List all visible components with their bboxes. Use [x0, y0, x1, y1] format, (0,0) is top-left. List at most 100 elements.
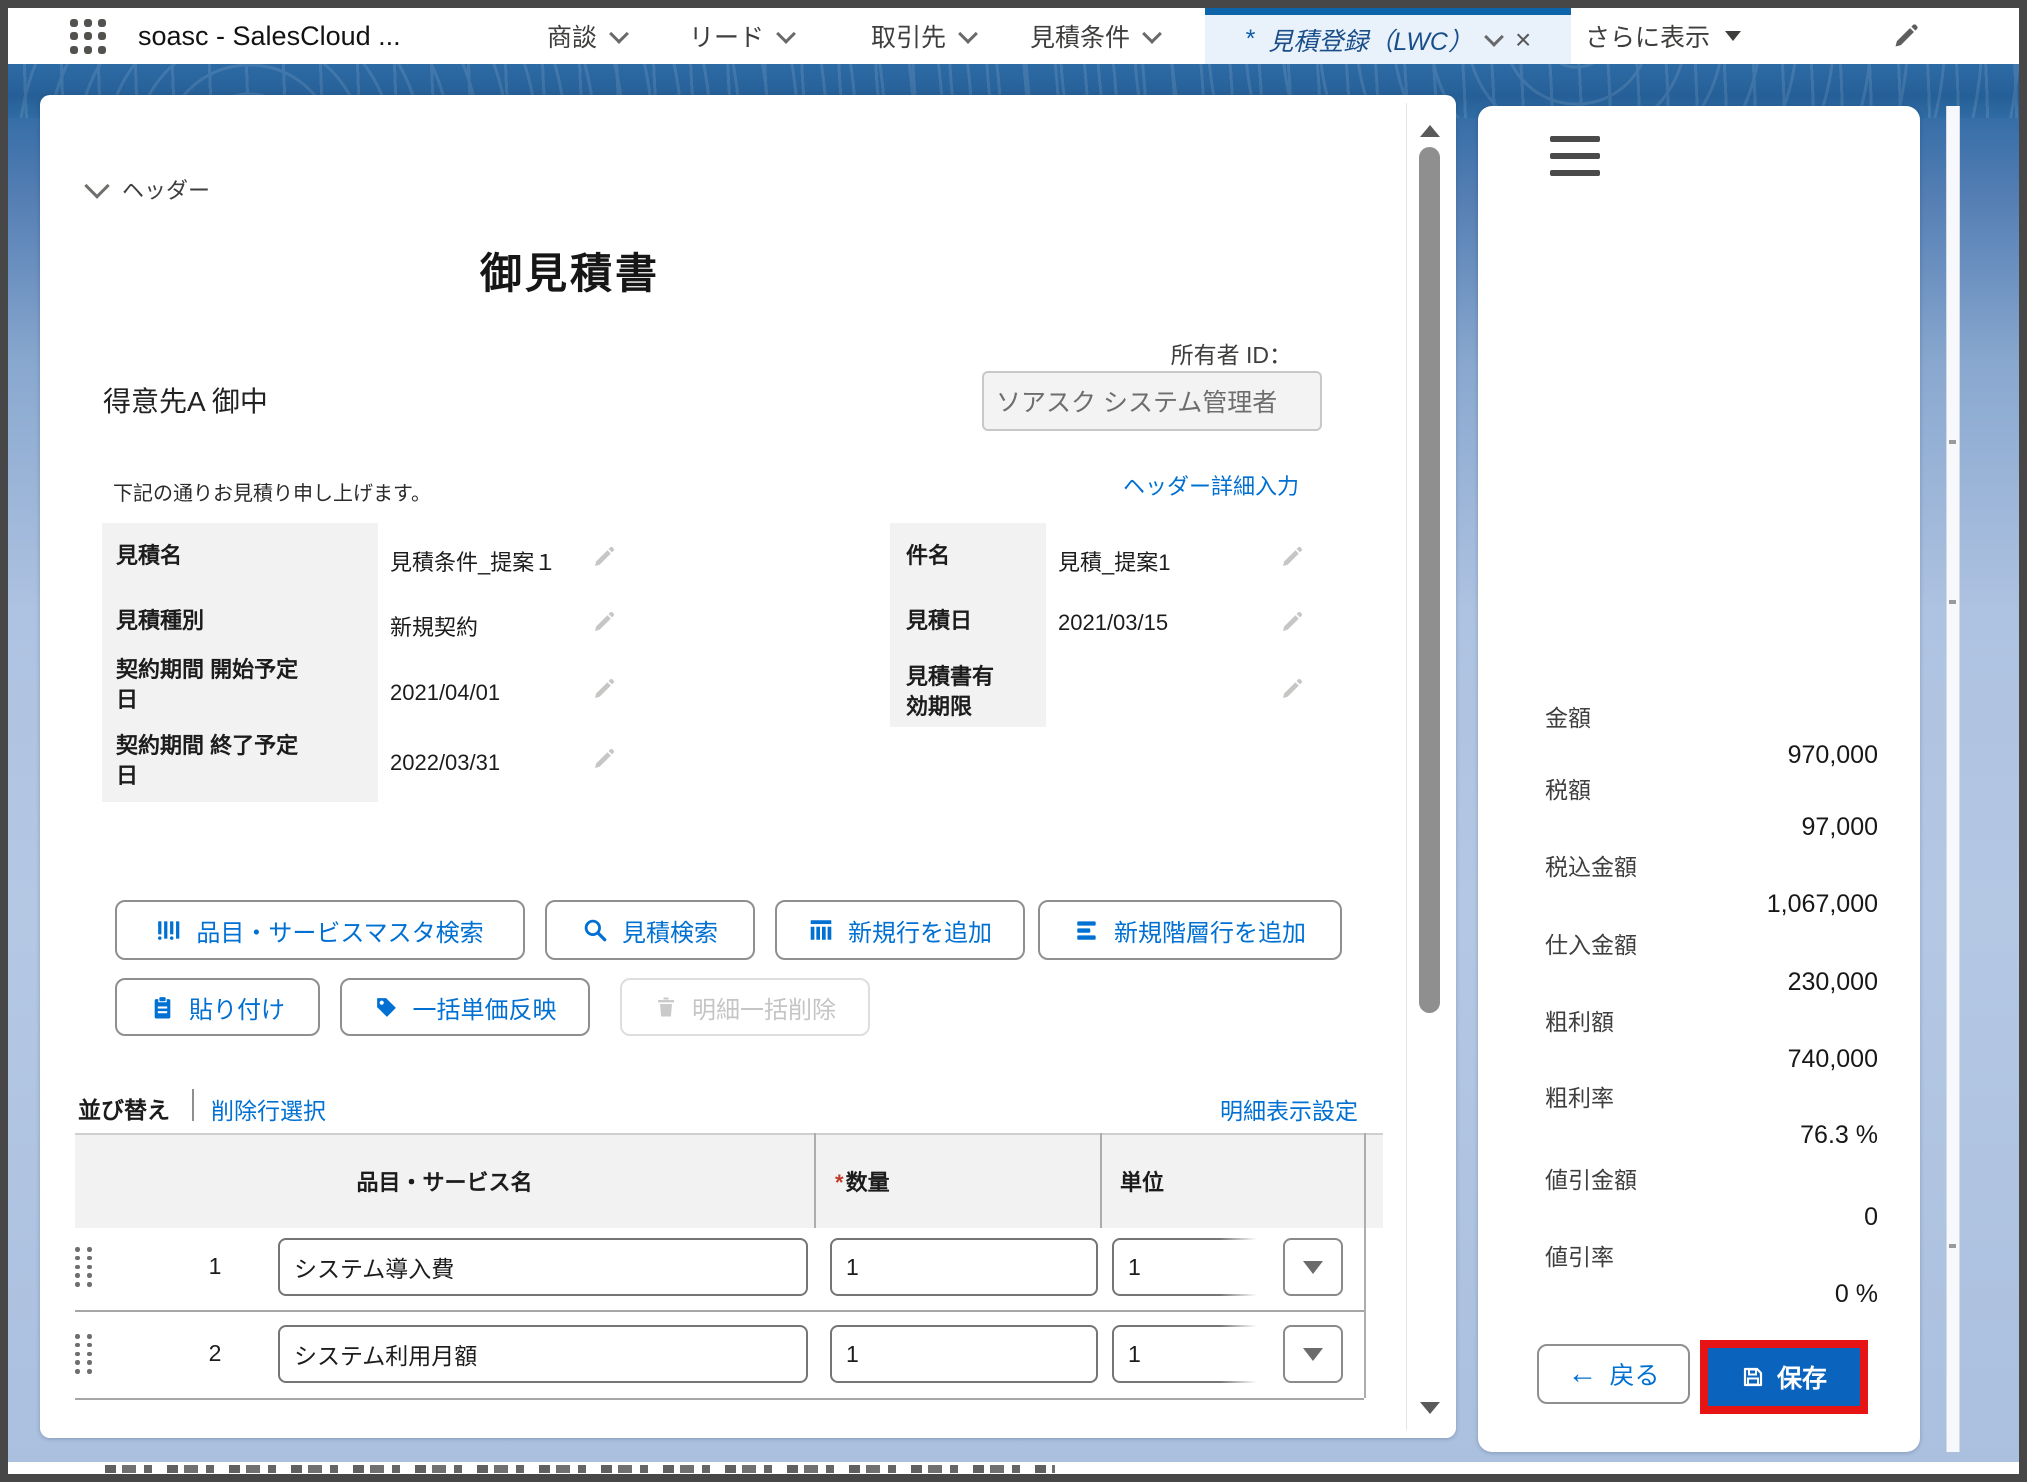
button-label: 品目・サービスマスタ検索 — [196, 913, 483, 948]
button-label: 新規階層行を追加 — [1114, 913, 1306, 948]
tab-quote-condition[interactable]: 見積条件 — [1030, 8, 1159, 64]
summary-amount: 金額 970,000 — [1545, 704, 1878, 773]
tab-lead[interactable]: リード — [689, 8, 793, 64]
item-name-input[interactable] — [278, 1238, 808, 1296]
edit-pencil-icon[interactable] — [1280, 545, 1304, 569]
item-qty-input[interactable] — [830, 1325, 1098, 1383]
header-section-toggle[interactable]: ヘッダー — [88, 173, 210, 205]
chevron-down-icon — [776, 24, 796, 44]
owner-id-field[interactable] — [982, 371, 1322, 431]
tab-opportunity[interactable]: 商談 — [547, 8, 626, 64]
edit-pencil-icon[interactable] — [592, 610, 616, 634]
tab-more[interactable]: さらに表示 — [1585, 8, 1741, 64]
header-detail-link[interactable]: ヘッダー詳細入力 — [1123, 469, 1299, 501]
summary-gross-profit: 粗利額 740,000 — [1545, 1008, 1878, 1077]
back-button[interactable]: ← 戻る — [1537, 1344, 1690, 1404]
customer-name: 得意先A 御中 — [103, 380, 268, 420]
bulk-price-button[interactable]: 一括単価反映 — [340, 978, 590, 1036]
field-label: 契約期間 開始予定日 — [116, 655, 308, 715]
owner-id-label: 所有者 ID： — [1171, 336, 1292, 370]
field-value: 2021/03/15 — [1058, 610, 1168, 636]
scroll-down-icon[interactable] — [1420, 1402, 1440, 1414]
vertical-scrollbar[interactable] — [1406, 103, 1453, 1430]
summary-purchase-amount: 仕入金額 230,000 — [1545, 931, 1878, 1000]
master-search-button[interactable]: 品目・サービスマスタ検索 — [115, 900, 525, 960]
required-asterisk: * — [835, 1170, 844, 1195]
close-tab-icon[interactable]: × — [1515, 26, 1531, 54]
document-title: 御見積書 — [410, 240, 730, 301]
item-name-input[interactable] — [278, 1325, 808, 1383]
menu-icon[interactable] — [1550, 136, 1600, 176]
app-launcher-icon[interactable] — [70, 19, 108, 55]
toolbar-divider — [192, 1089, 194, 1121]
table-columns-icon — [808, 917, 834, 943]
active-tab-label: 見積登録（LWC） — [1268, 22, 1473, 58]
unit-clip-fade — [1220, 1236, 1272, 1298]
display-settings-link[interactable]: 明細表示設定 — [1220, 1092, 1358, 1126]
tab-label: 商談 — [547, 18, 597, 54]
summary-gross-margin: 粗利率 76.3 % — [1545, 1084, 1878, 1153]
row-number: 1 — [180, 1253, 250, 1280]
quote-search-button[interactable]: 見積検索 — [545, 900, 755, 960]
button-label: 明細一括削除 — [692, 990, 836, 1025]
scrollbar-thumb[interactable] — [1419, 147, 1440, 1013]
caret-down-icon — [1303, 1348, 1323, 1361]
edit-pencil-icon[interactable] — [592, 747, 616, 771]
tab-quote-entry-lwc-active[interactable]: * 見積登録（LWC） × — [1205, 8, 1571, 64]
save-button[interactable]: 保存 — [1708, 1348, 1860, 1406]
screenshot-root: soasc - SalesCloud ... 商談 リード 取引先 見積条件 *… — [0, 0, 2027, 1482]
drag-handle[interactable] — [75, 1247, 95, 1287]
price-tag-icon — [374, 995, 399, 1020]
clipped-bottom-text — [105, 1465, 1055, 1473]
field-label: 件名 — [906, 541, 1014, 571]
summary-amount-incl-tax: 税込金額 1,067,000 — [1545, 853, 1878, 922]
row-separator — [75, 1310, 1364, 1312]
paste-button[interactable]: 貼り付け — [115, 978, 320, 1036]
edit-nav-pencil-icon[interactable] — [1892, 22, 1920, 55]
column-divider — [1364, 1133, 1366, 1398]
summary-discount-rate: 値引率 0 % — [1545, 1243, 1878, 1312]
column-divider — [1100, 1133, 1102, 1228]
edit-pencil-icon[interactable] — [1280, 677, 1304, 701]
unit-dropdown-button[interactable] — [1283, 1325, 1343, 1383]
field-label: 契約期間 終了予定日 — [116, 731, 308, 791]
row-number: 2 — [180, 1340, 250, 1367]
unit-dropdown-button[interactable] — [1283, 1238, 1343, 1296]
row-separator — [75, 1398, 1364, 1400]
barcode-icon — [156, 917, 182, 943]
button-label: 一括単価反映 — [413, 990, 557, 1025]
edit-pencil-icon[interactable] — [1280, 610, 1304, 634]
chevron-down-icon — [609, 24, 629, 44]
field-label: 見積種別 — [116, 606, 308, 636]
select-delete-rows-link[interactable]: 削除行選択 — [211, 1092, 326, 1126]
chevron-down-icon — [958, 24, 978, 44]
tab-label: リード — [689, 18, 764, 54]
summary-tax: 税額 97,000 — [1545, 776, 1878, 845]
add-hierarchy-row-button[interactable]: 新規階層行を追加 — [1038, 900, 1342, 960]
column-header-qty: *数量 — [835, 1165, 890, 1197]
bulk-delete-button[interactable]: 明細一括削除 — [620, 978, 870, 1036]
rows-icon — [1074, 917, 1100, 943]
drag-handle[interactable] — [75, 1334, 95, 1374]
tab-account[interactable]: 取引先 — [871, 8, 975, 64]
edit-pencil-icon[interactable] — [592, 545, 616, 569]
header-section-label: ヘッダー — [122, 173, 210, 205]
scroll-up-icon[interactable] — [1420, 125, 1440, 137]
navigation-bar: soasc - SalesCloud ... 商談 リード 取引先 見積条件 *… — [8, 8, 2019, 64]
summary-discount-amount: 値引金額 0 — [1545, 1166, 1878, 1235]
item-qty-input[interactable] — [830, 1238, 1098, 1296]
quote-form-panel: ヘッダー 御見積書 所有者 ID： 得意先A 御中 下記の通りお見積り申し上げま… — [40, 95, 1456, 1438]
sort-label: 並び替え — [78, 1091, 170, 1125]
column-header-name: 品目・サービス名 — [75, 1165, 814, 1197]
button-label: 新規行を追加 — [848, 913, 992, 948]
button-label: 貼り付け — [189, 990, 285, 1025]
field-value: 2022/03/31 — [390, 750, 500, 776]
chevron-down-icon[interactable] — [1484, 27, 1504, 47]
add-row-button[interactable]: 新規行を追加 — [775, 900, 1025, 960]
page-scrollbar-strip[interactable] — [1946, 106, 1960, 1452]
tab-label: 取引先 — [871, 18, 946, 54]
tab-label: 見積条件 — [1030, 18, 1130, 54]
app-title: soasc - SalesCloud ... — [138, 8, 401, 64]
back-label: 戻る — [1609, 1356, 1659, 1392]
edit-pencil-icon[interactable] — [592, 677, 616, 701]
